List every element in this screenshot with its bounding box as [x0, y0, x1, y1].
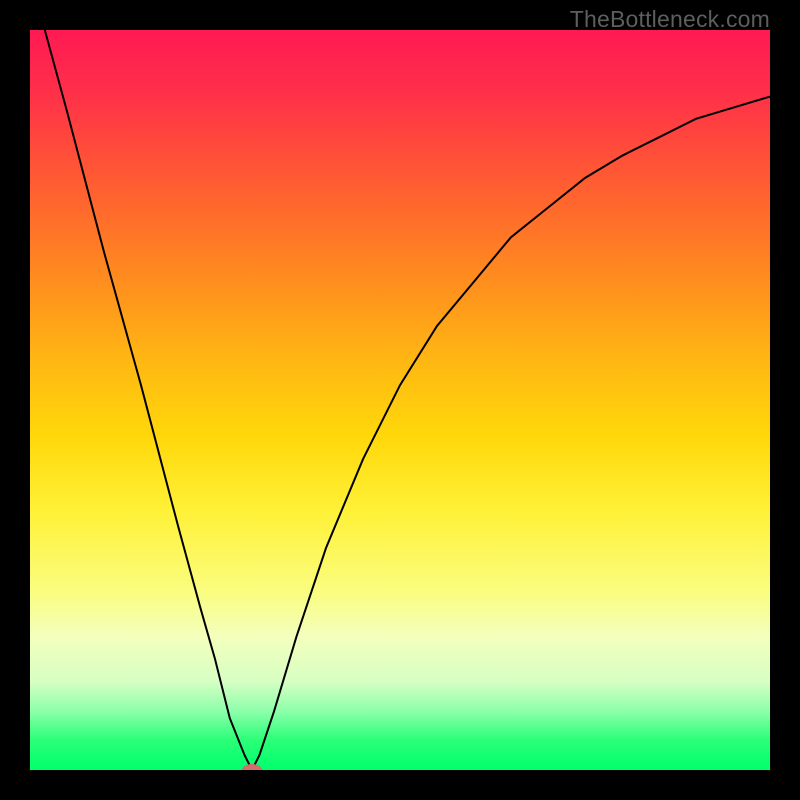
chart-curve-layer — [30, 30, 770, 770]
chart-minimum-marker — [242, 764, 262, 770]
watermark-text: TheBottleneck.com — [570, 6, 770, 33]
chart-curve — [45, 30, 770, 770]
